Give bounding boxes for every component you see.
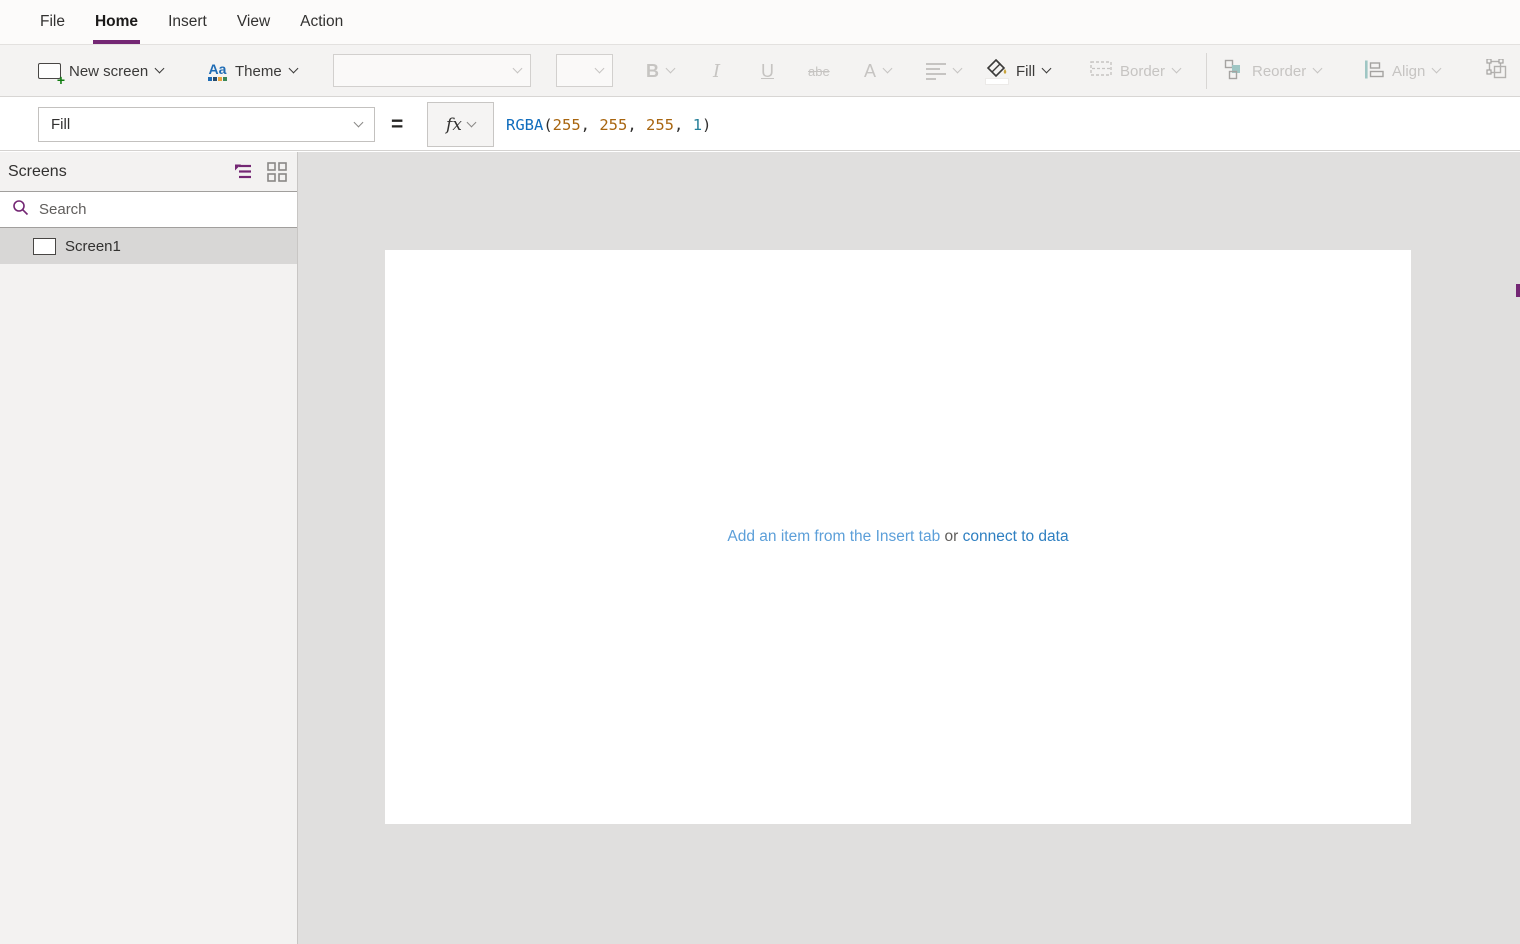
toolbar-separator: [1206, 53, 1207, 89]
theme-label: Theme: [235, 63, 282, 80]
fill-label: Fill: [1016, 63, 1035, 80]
fill-button[interactable]: Fill: [986, 45, 1050, 97]
chevron-down-icon: [1042, 64, 1052, 74]
menu-item-action[interactable]: Action: [298, 0, 345, 44]
font-size-select[interactable]: [556, 54, 613, 87]
add-item-insert-link[interactable]: Add an item from the Insert tab: [727, 528, 940, 545]
align-button[interactable]: Align: [1364, 45, 1440, 97]
content-area: Screens: [0, 152, 1520, 944]
menu-item-file[interactable]: File: [38, 0, 67, 44]
bold-button[interactable]: B: [646, 45, 674, 97]
fill-bucket-icon: [986, 59, 1008, 84]
formula-input[interactable]: RGBA(255, 255, 255, 1): [506, 98, 711, 151]
new-screen-icon: +: [38, 63, 61, 79]
strikethrough-button[interactable]: abe: [808, 45, 830, 97]
align-icon: [1364, 60, 1384, 83]
new-screen-label: New screen: [69, 63, 148, 80]
screen-thumbnail-icon: [33, 238, 56, 255]
fx-dropdown[interactable]: fx: [427, 102, 494, 147]
menu-item-view[interactable]: View: [235, 0, 272, 44]
thumbnail-view-icon[interactable]: [267, 162, 287, 182]
reorder-label: Reorder: [1252, 63, 1306, 80]
reorder-icon: [1224, 59, 1244, 84]
font-color-button[interactable]: A: [864, 45, 891, 97]
text-align-icon: [926, 60, 946, 83]
design-canvas-area: Add an item from the Insert tab or conne…: [298, 152, 1520, 944]
canvas-scrollbar-thumb[interactable]: [1516, 284, 1520, 297]
screens-panel-title: Screens: [8, 163, 218, 181]
fx-icon: fx: [446, 115, 462, 135]
chevron-down-icon: [288, 64, 298, 74]
formula-bar: Fill = fx RGBA(255, 255, 255, 1): [0, 98, 1520, 151]
screen-design-surface[interactable]: Add an item from the Insert tab or conne…: [385, 250, 1411, 824]
group-button[interactable]: [1486, 45, 1507, 97]
chevron-down-icon: [155, 64, 165, 74]
screens-search-box: [0, 191, 297, 228]
screens-panel: Screens: [0, 152, 298, 944]
group-icon: [1486, 59, 1507, 84]
property-select[interactable]: Fill: [38, 107, 375, 142]
connect-to-data-link[interactable]: connect to data: [963, 528, 1069, 545]
underline-button[interactable]: U: [761, 45, 774, 97]
font-family-select[interactable]: [333, 54, 531, 87]
chevron-down-icon: [466, 117, 476, 127]
powerapps-studio: File Home Insert View Action + New scree…: [0, 0, 1520, 944]
new-screen-button[interactable]: + New screen: [38, 45, 163, 97]
ribbon-toolbar: + New screen Aa Theme B I U abe A: [0, 45, 1520, 97]
theme-button[interactable]: Aa Theme: [208, 45, 297, 97]
reorder-button[interactable]: Reorder: [1224, 45, 1321, 97]
italic-button[interactable]: I: [713, 45, 720, 97]
tree-view-icon[interactable]: [232, 161, 253, 182]
empty-screen-hint: Add an item from the Insert tab or conne…: [727, 528, 1068, 546]
screens-panel-header: Screens: [0, 152, 297, 191]
screen-list-item[interactable]: Screen1: [0, 228, 297, 264]
menu-item-home[interactable]: Home: [93, 0, 140, 44]
border-button[interactable]: Border: [1090, 45, 1180, 97]
equals-sign: =: [391, 98, 403, 151]
screen-item-label: Screen1: [65, 238, 121, 255]
chevron-down-icon: [354, 118, 364, 128]
search-input[interactable]: [39, 201, 287, 218]
border-label: Border: [1120, 63, 1165, 80]
align-label: Align: [1392, 63, 1425, 80]
search-icon: [12, 199, 29, 221]
property-select-value: Fill: [51, 116, 70, 133]
theme-icon: Aa: [208, 62, 227, 81]
menu-bar: File Home Insert View Action: [0, 0, 1520, 45]
hint-or-text: or: [940, 528, 962, 545]
border-icon: [1090, 61, 1112, 81]
menu-item-insert[interactable]: Insert: [166, 0, 209, 44]
text-align-button[interactable]: [926, 45, 961, 97]
